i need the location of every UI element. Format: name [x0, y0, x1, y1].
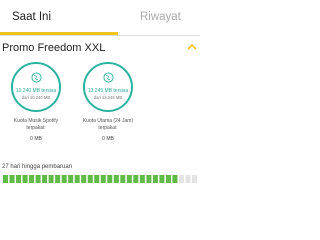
renewal-segment: [152, 175, 158, 183]
tab-riwayat[interactable]: Riwayat: [140, 10, 181, 24]
renewal-segment: [172, 175, 178, 183]
renewal-segment: [113, 175, 119, 183]
renewal-segment: [178, 175, 184, 183]
quota-total: dari 13.245 MB: [93, 95, 123, 100]
tab-bar: Saat Ini Riwayat: [0, 0, 200, 35]
renewal-segment: [35, 175, 41, 183]
renewal-segment: [22, 175, 28, 183]
quota-remaining: 10.240 MB tersisa: [15, 88, 57, 94]
globe-icon: [103, 72, 114, 83]
renewal-segment: [139, 175, 145, 183]
renewal-segment: [120, 175, 126, 183]
chevron-up-icon[interactable]: [186, 41, 198, 53]
renewal-segment: [185, 175, 191, 183]
globe-icon: [31, 72, 42, 83]
renewal-segment: [133, 175, 139, 183]
quota-used-value: 0 MB: [102, 136, 114, 142]
renewal-segment: [3, 175, 9, 183]
quota-gauge-spotify: 10.240 MB tersisa dari 10.240 MB: [11, 62, 61, 112]
renewal-segment: [55, 175, 61, 183]
tab-divider: [0, 35, 200, 36]
renewal-segment: [61, 175, 67, 183]
renewal-text: 27 hari hingga pembaruan: [2, 164, 73, 170]
renewal-segment: [191, 175, 197, 183]
renewal-segment: [42, 175, 48, 183]
quota-gauge-utama: 13.245 MB tersisa dari 13.245 MB: [83, 62, 133, 112]
renewal-segment: [159, 175, 165, 183]
renewal-segment: [16, 175, 22, 183]
quota-total: dari 10.240 MB: [21, 95, 51, 100]
tab-saat-ini[interactable]: Saat Ini: [12, 10, 51, 24]
renewal-segment: [126, 175, 132, 183]
renewal-progress-bar: [3, 175, 197, 183]
quota-used-value: 0 MB: [30, 136, 42, 142]
renewal-segment: [87, 175, 93, 183]
renewal-segment: [100, 175, 106, 183]
package-title: Promo Freedom XXL: [2, 42, 106, 54]
quota-used-label: Kuota Musik Spotify terpakai:: [13, 118, 59, 131]
quota-used-label: Kuota Utama (24 Jam) terpakai:: [82, 118, 134, 131]
renewal-segment: [94, 175, 100, 183]
renewal-segment: [68, 175, 74, 183]
quota-remaining: 13.245 MB tersisa: [87, 88, 129, 94]
renewal-segment: [48, 175, 54, 183]
renewal-segment: [29, 175, 35, 183]
renewal-segment: [9, 175, 15, 183]
renewal-segment: [146, 175, 152, 183]
renewal-segment: [74, 175, 80, 183]
renewal-segment: [81, 175, 87, 183]
renewal-segment: [107, 175, 113, 183]
renewal-segment: [165, 175, 171, 183]
